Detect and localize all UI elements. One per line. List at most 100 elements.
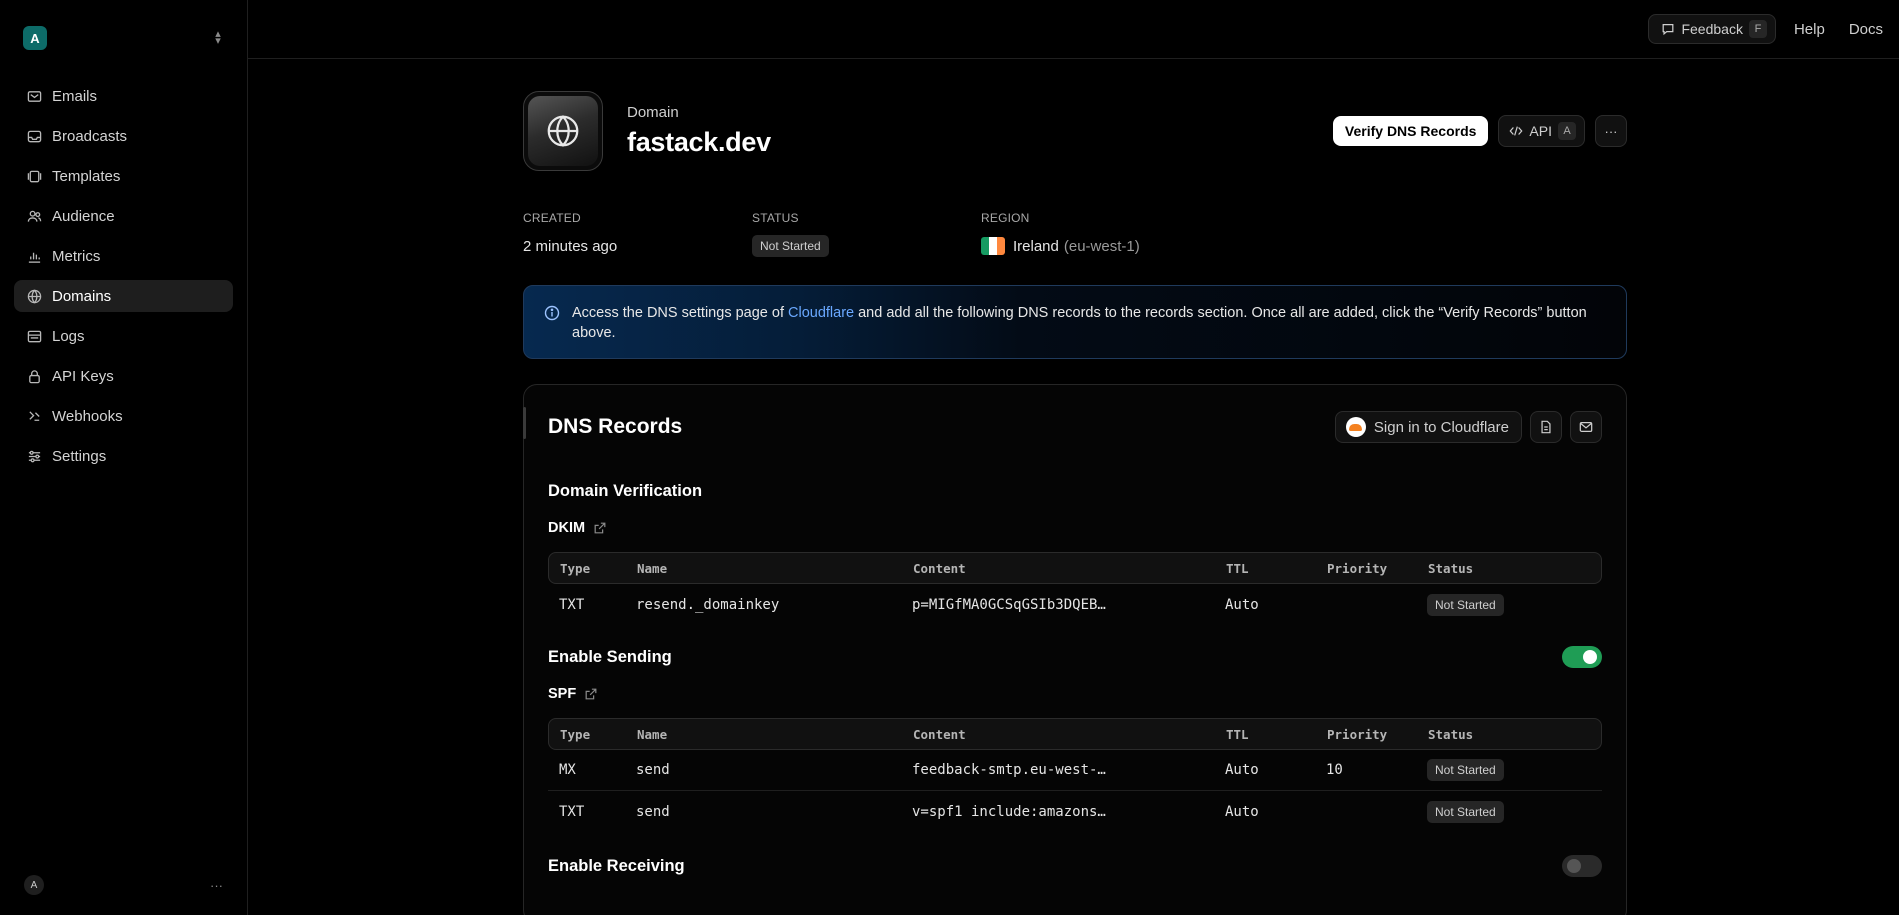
sidebar-item-label: Emails xyxy=(52,87,98,105)
column-ttl: TTL xyxy=(1226,726,1249,742)
domain-eyebrow: Domain xyxy=(627,104,679,121)
spf-table: Type Name Content TTL Priority Status MX… xyxy=(548,718,1602,832)
records-header: DNS Records Sign in to Cloudflare xyxy=(548,385,1602,465)
sidebar-item-metrics[interactable]: Metrics xyxy=(14,240,233,272)
notice-text: Access the DNS settings page of Cloudfla… xyxy=(572,303,1606,341)
column-type: Type xyxy=(560,560,591,576)
created-value: 2 minutes ago xyxy=(523,237,618,255)
feedback-button[interactable]: Feedback F xyxy=(1648,14,1776,44)
external-link-icon[interactable] xyxy=(584,687,598,701)
column-content: Content xyxy=(913,560,966,576)
region-name: Ireland xyxy=(1013,237,1059,255)
enable-sending-toggle[interactable] xyxy=(1562,646,1602,668)
region-code: (eu-west-1) xyxy=(1063,237,1140,255)
sidebar-item-api-keys[interactable]: API Keys xyxy=(14,360,233,392)
docs-link[interactable]: Docs xyxy=(1843,21,1889,38)
mail-icon xyxy=(26,88,42,104)
export-records-button[interactable] xyxy=(1530,411,1562,443)
message-icon xyxy=(1663,24,1674,36)
region-value: Ireland (eu-west-1) xyxy=(981,234,1210,258)
status-badge: Not Started xyxy=(752,235,829,257)
record-content[interactable]: p=MIGfMA0GCSqGSIb3DQEB… xyxy=(912,597,1225,613)
logs-icon xyxy=(26,328,42,344)
record-status: Not Started xyxy=(1427,800,1577,823)
meta-created: CREATED 2 minutes ago xyxy=(523,211,752,258)
status-badge: Not Started xyxy=(1427,800,1504,823)
chevron-up-down-icon[interactable]: ▴ ▾ xyxy=(213,29,223,47)
table-row[interactable]: MX send feedback-smtp.eu-west-… Auto 10 … xyxy=(548,750,1602,791)
globe-icon xyxy=(26,288,42,304)
sidebar-item-label: Domains xyxy=(52,287,112,305)
users-icon xyxy=(26,208,42,224)
column-content: Content xyxy=(913,726,966,742)
meta-region: REGION Ireland (eu-west-1) xyxy=(981,211,1210,258)
globe-icon xyxy=(547,115,579,147)
sidebar-item-label: Broadcasts xyxy=(52,127,128,145)
enable-receiving-toggle[interactable] xyxy=(1562,855,1602,877)
verify-dns-records-button[interactable]: Verify DNS Records xyxy=(1332,116,1489,146)
record-type: MX xyxy=(559,762,576,778)
cloudflare-link[interactable]: Cloudflare xyxy=(788,305,854,321)
record-name[interactable]: send xyxy=(636,762,912,778)
sidebar-item-audience[interactable]: Audience xyxy=(14,200,233,232)
record-type: TXT xyxy=(559,803,585,820)
main-panel: Feedback F Help Docs Domain fastack.dev xyxy=(248,0,1899,915)
record-status: Not Started xyxy=(1427,759,1577,781)
sidebar-item-emails[interactable]: Emails xyxy=(14,80,233,112)
dns-notice: Access the DNS settings page of Cloudfla… xyxy=(523,285,1627,359)
dkim-subtitle: DKIM xyxy=(548,517,1602,539)
sidebar-item-settings[interactable]: Settings xyxy=(14,440,233,472)
api-button[interactable]: API A xyxy=(1498,115,1585,147)
verification-section-header: Domain Verification xyxy=(548,479,1602,503)
feedback-shortcut: F xyxy=(1748,20,1767,38)
api-shortcut: A xyxy=(1558,122,1576,140)
mail-icon xyxy=(1579,422,1593,432)
sidebar: A ▴ ▾ Emails Broadcasts Templates Audienc… xyxy=(0,0,248,915)
column-type: Type xyxy=(560,726,591,742)
cloudflare-logo-icon xyxy=(1345,417,1366,437)
column-priority: Priority xyxy=(1327,726,1388,742)
cloudflare-button-label: Sign in to Cloudflare xyxy=(1373,418,1509,436)
table-header: Type Name Content TTL Priority Status xyxy=(548,718,1602,750)
sidebar-item-webhooks[interactable]: Webhooks xyxy=(14,400,233,432)
record-name[interactable]: resend._domainkey xyxy=(636,597,912,613)
user-more-icon[interactable]: ··· xyxy=(210,878,223,893)
sidebar-item-label: Audience xyxy=(52,207,115,225)
meta-status: STATUS Not Started xyxy=(752,211,981,258)
record-content[interactable]: feedback-smtp.eu-west-… xyxy=(912,762,1225,778)
verification-title: Domain Verification xyxy=(548,481,703,500)
team-switcher[interactable]: A ▴ ▾ xyxy=(0,0,247,58)
records-actions: Sign in to Cloudflare xyxy=(1334,411,1602,443)
sidebar-item-logs[interactable]: Logs xyxy=(14,320,233,352)
api-label: API xyxy=(1529,123,1552,139)
sidebar-item-label: Templates xyxy=(52,167,121,185)
sidebar-item-templates[interactable]: Templates xyxy=(14,160,233,192)
sidebar-nav: Emails Broadcasts Templates Audience Met… xyxy=(0,58,247,472)
domain-logo xyxy=(523,91,603,171)
more-options-button[interactable]: ··· xyxy=(1595,115,1627,147)
column-ttl: TTL xyxy=(1226,560,1249,576)
record-content[interactable]: v=spf1 include:amazons… xyxy=(912,804,1225,820)
email-records-button[interactable] xyxy=(1570,411,1602,443)
table-row[interactable]: TXT resend._domainkey p=MIGfMA0GCSqGSIb3… xyxy=(548,584,1602,625)
external-link-icon[interactable] xyxy=(593,521,607,535)
sign-in-cloudflare-button[interactable]: Sign in to Cloudflare xyxy=(1334,411,1522,443)
created-label: CREATED xyxy=(523,211,581,225)
user-avatar[interactable]: A xyxy=(24,875,44,895)
sending-section-header: Enable Sending xyxy=(548,645,1602,669)
domain-header-text: Domain fastack.dev xyxy=(627,104,771,158)
sidebar-item-label: Metrics xyxy=(52,247,101,265)
team-avatar[interactable]: A xyxy=(23,26,47,50)
table-row[interactable]: TXT send v=spf1 include:amazons… Auto No… xyxy=(548,791,1602,832)
record-name[interactable]: send xyxy=(636,804,912,820)
record-type: TXT xyxy=(559,596,585,613)
sidebar-item-broadcasts[interactable]: Broadcasts xyxy=(14,120,233,152)
help-link[interactable]: Help xyxy=(1788,21,1831,38)
app-root: A ▴ ▾ Emails Broadcasts Templates Audienc… xyxy=(0,0,1899,915)
record-ttl: Auto xyxy=(1225,803,1259,820)
record-ttl: Auto xyxy=(1225,596,1259,613)
dkim-table: Type Name Content TTL Priority Status TX… xyxy=(548,552,1602,625)
sidebar-item-label: API Keys xyxy=(52,367,114,385)
domain-header-left: Domain fastack.dev xyxy=(523,91,771,171)
sidebar-item-domains[interactable]: Domains xyxy=(14,280,233,312)
